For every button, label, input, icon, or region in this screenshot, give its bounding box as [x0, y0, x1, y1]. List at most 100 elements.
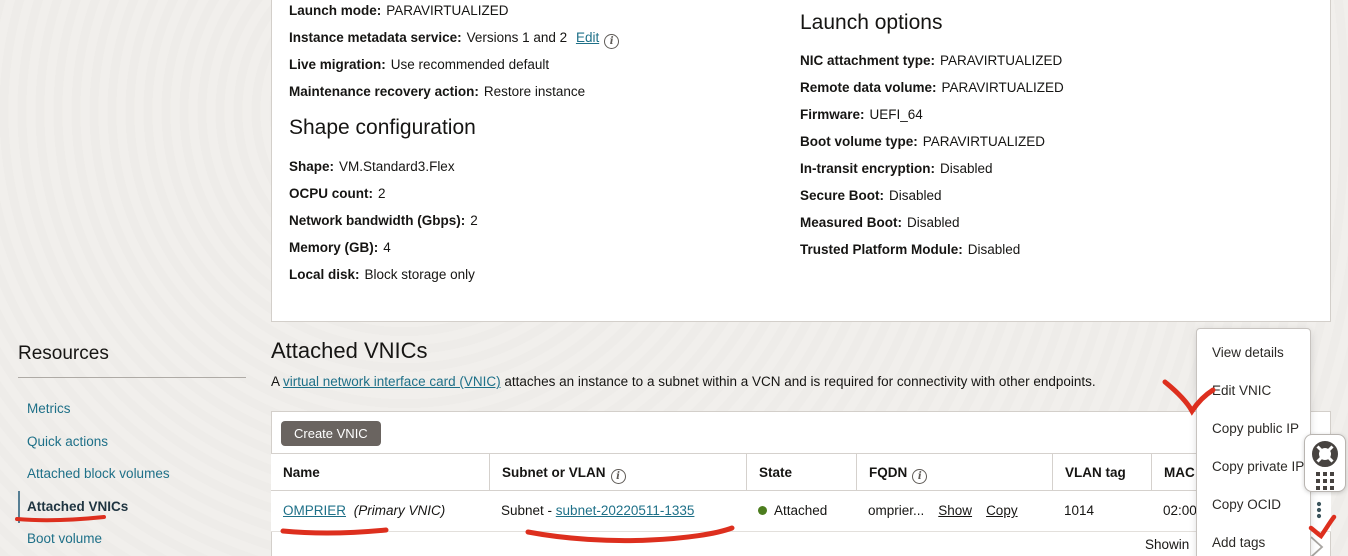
launch-options-heading: Launch options [800, 11, 942, 35]
detail-line: Firmware: UEFI_64 [800, 101, 1064, 128]
sidebar-item-quick-actions[interactable]: Quick actions [18, 426, 248, 459]
detail-label: Maintenance recovery action: [289, 84, 479, 99]
detail-value: Disabled [889, 188, 942, 203]
cell-vlan-tag: 1014 [1052, 491, 1151, 531]
detail-label: Instance metadata service: [289, 30, 462, 45]
oci-instance-details-page: Launch mode: PARAVIRTUALIZED Instance met… [0, 0, 1348, 556]
menu-item-copy-private-ip[interactable]: Copy private IP [1197, 448, 1310, 486]
detail-label: Secure Boot: [800, 188, 884, 203]
column-header-name: Name [271, 454, 489, 490]
detail-value: PARAVIRTUALIZED [942, 80, 1064, 95]
detail-line: Local disk:Block storage only [289, 261, 478, 288]
menu-item-view-details[interactable]: View details [1197, 334, 1310, 372]
resources-nav: Metrics Quick actions Attached block vol… [18, 393, 248, 556]
vnic-table-row: OMPRIER (Primary VNIC) Subnet - subnet-2… [271, 491, 1331, 532]
fqdn-show-link[interactable]: Show [938, 503, 972, 518]
sidebar-item-boot-volume[interactable]: Boot volume [18, 523, 248, 556]
detail-line: NIC attachment type:PARAVIRTUALIZED [800, 47, 1064, 74]
cell-state: Attached [746, 491, 856, 531]
cell-subnet: Subnet - subnet-20220511-1335 [489, 491, 746, 531]
detail-label: Launch mode: [289, 3, 381, 18]
menu-item-copy-public-ip[interactable]: Copy public IP [1197, 410, 1310, 448]
detail-label: In-transit encryption: [800, 161, 935, 176]
fqdn-value: omprier... [868, 503, 924, 518]
detail-value: Versions 1 and 2 [467, 30, 568, 45]
detail-value: 2 [470, 213, 478, 228]
table-footer-showing-text: Showin [1145, 537, 1189, 552]
detail-line: OCPU count: 2 [289, 180, 478, 207]
detail-value: Disabled [940, 161, 993, 176]
column-label: VLAN tag [1065, 465, 1126, 480]
general-details-list: Launch mode: PARAVIRTUALIZED Instance met… [289, 0, 619, 105]
sidebar-item-attached-block-volumes[interactable]: Attached block volumes [18, 458, 248, 491]
info-icon: i [611, 469, 626, 484]
vnics-table-header: Name Subnet or VLAN i State FQDN i VLAN ta… [271, 453, 1331, 491]
detail-value: 4 [383, 240, 391, 255]
menu-item-edit-vnic[interactable]: Edit VNIC [1197, 372, 1310, 410]
detail-line: Measured Boot:Disabled [800, 209, 1064, 236]
detail-line: Maintenance recovery action:Restore inst… [289, 78, 619, 105]
create-vnic-button[interactable]: Create VNIC [281, 421, 381, 446]
info-icon: i [912, 469, 927, 484]
description-rest: attaches an instance to a subnet within … [501, 374, 1096, 389]
column-header-subnet-or-vlan: Subnet or VLAN i [489, 454, 746, 490]
detail-value: 2 [378, 186, 386, 201]
description-prefix: A [271, 374, 283, 389]
detail-line: In-transit encryption: Disabled [800, 155, 1064, 182]
detail-line: Instance metadata service: Versions 1 and… [289, 24, 619, 51]
detail-label: Network bandwidth (Gbps): [289, 213, 465, 228]
column-header-fqdn: FQDN i [856, 454, 1052, 490]
detail-value: PARAVIRTUALIZED [940, 53, 1062, 68]
detail-line: Remote data volume:PARAVIRTUALIZED [800, 74, 1064, 101]
detail-value: Disabled [968, 242, 1021, 257]
status-dot-icon [758, 506, 767, 515]
sidebar-item-attached-vnics[interactable]: Attached VNICs [18, 491, 248, 524]
sidebar-item-metrics[interactable]: Metrics [18, 393, 248, 426]
detail-label: Memory (GB): [289, 240, 378, 255]
shape-configuration-heading: Shape configuration [289, 116, 476, 140]
subnet-link[interactable]: subnet-20220511-1335 [556, 503, 695, 518]
mac-value: 02:00: [1163, 503, 1201, 518]
detail-label: Firmware: [800, 107, 865, 122]
column-label: Subnet or VLAN [502, 465, 606, 480]
resources-divider [18, 377, 246, 378]
attached-vnics-description: A virtual network interface card (VNIC) … [271, 374, 1096, 389]
column-label: FQDN [869, 465, 907, 480]
attached-vnics-heading: Attached VNICs [271, 338, 428, 364]
row-actions-kebab-icon[interactable] [1315, 500, 1323, 520]
extension-widget[interactable] [1304, 434, 1346, 492]
menu-item-add-tags[interactable]: Add tags [1197, 524, 1310, 556]
vlan-tag-value: 1014 [1064, 503, 1094, 518]
wheel-icon[interactable] [1310, 439, 1340, 469]
fqdn-copy-link[interactable]: Copy [986, 503, 1018, 518]
detail-line: Network bandwidth (Gbps): 2 [289, 207, 478, 234]
detail-value: PARAVIRTUALIZED [923, 134, 1045, 149]
vnic-actions-context-menu: View details Edit VNIC Copy public IP Co… [1196, 328, 1311, 556]
vnic-doc-link[interactable]: virtual network interface card (VNIC) [283, 374, 501, 389]
state-value: Attached [774, 503, 827, 518]
detail-value: PARAVIRTUALIZED [386, 3, 508, 18]
detail-label: Shape: [289, 159, 334, 174]
grid-dots-icon[interactable] [1316, 472, 1334, 490]
detail-line: Launch mode: PARAVIRTUALIZED [289, 0, 619, 24]
detail-label: Boot volume type: [800, 134, 918, 149]
menu-item-copy-ocid[interactable]: Copy OCID [1197, 486, 1310, 524]
edit-metadata-link[interactable]: Edit [576, 30, 599, 45]
detail-label: Trusted Platform Module: [800, 242, 963, 257]
resources-heading: Resources [18, 343, 109, 365]
column-header-vlan-tag: VLAN tag [1052, 454, 1151, 490]
detail-value: UEFI_64 [870, 107, 923, 122]
detail-line: Shape: VM.Standard3.Flex [289, 153, 478, 180]
detail-line: Secure Boot: Disabled [800, 182, 1064, 209]
info-icon: i [604, 34, 619, 49]
cell-name: OMPRIER (Primary VNIC) [271, 491, 489, 531]
cell-fqdn: omprier... Show Copy [856, 491, 1052, 531]
launch-options-list: NIC attachment type:PARAVIRTUALIZED Remo… [800, 47, 1064, 263]
detail-line: Live migration:Use recommended default [289, 51, 619, 78]
subnet-prefix: Subnet - [501, 503, 556, 518]
detail-label: Measured Boot: [800, 215, 902, 230]
column-header-state: State [746, 454, 856, 490]
detail-value: VM.Standard3.Flex [339, 159, 455, 174]
detail-label: OCPU count: [289, 186, 373, 201]
vnic-name-link[interactable]: OMPRIER [283, 503, 346, 518]
